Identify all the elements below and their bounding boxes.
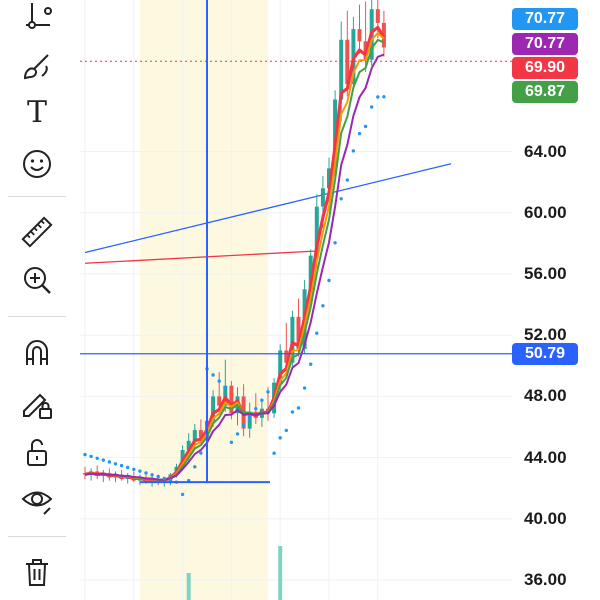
sar-dot xyxy=(278,436,282,440)
sar-dot xyxy=(370,105,374,109)
sar-dot xyxy=(345,178,349,182)
trash-icon xyxy=(26,559,48,586)
price-badge: 70.77 xyxy=(512,8,578,30)
candle-body xyxy=(357,29,362,42)
sar-dot xyxy=(180,492,185,497)
trend-line-tool[interactable] xyxy=(14,0,60,36)
sar-dot xyxy=(150,473,154,477)
sar-dot xyxy=(376,95,380,99)
sar-dot xyxy=(327,278,331,283)
ruler-tool[interactable] xyxy=(14,210,60,254)
sar-dot xyxy=(309,362,313,366)
sar-dot xyxy=(351,149,356,153)
sar-dot xyxy=(235,432,240,436)
sar-dot xyxy=(132,467,136,471)
sar-dot xyxy=(211,373,215,377)
sar-dot xyxy=(113,462,118,466)
eye-icon xyxy=(21,491,53,515)
sar-dot xyxy=(199,451,203,455)
highlight-date-range xyxy=(139,0,268,600)
candle-body xyxy=(375,9,380,23)
magnet-tool[interactable] xyxy=(14,330,60,374)
price-badge: 70.77 xyxy=(512,33,578,55)
text-tool[interactable]: T xyxy=(14,90,60,134)
sar-dot xyxy=(138,469,142,473)
volume-bar xyxy=(186,573,191,600)
horizontal-line-price-badge: 50.79 xyxy=(512,342,578,365)
trend-line-icon xyxy=(26,3,52,29)
sar-dot xyxy=(272,451,276,455)
toolbar-divider xyxy=(8,316,66,317)
brush-tool[interactable] xyxy=(14,44,60,88)
sar-dot xyxy=(302,386,307,390)
drawing-toolbar: T xyxy=(0,0,74,600)
ruler-icon xyxy=(21,216,53,248)
magnet-icon xyxy=(26,340,48,365)
zoom-in-tool[interactable] xyxy=(14,258,60,302)
sar-dot xyxy=(382,95,386,99)
volume-bar xyxy=(278,546,283,600)
sar-dot xyxy=(107,460,112,464)
sar-dot xyxy=(254,406,258,411)
sar-dot xyxy=(296,406,301,410)
unlock-tool[interactable] xyxy=(14,430,60,474)
sar-dot xyxy=(223,385,227,389)
sar-dot xyxy=(321,304,325,308)
pencil-lock-icon xyxy=(23,393,52,419)
unlock-icon xyxy=(27,439,47,466)
price-axis-label: 60.00 xyxy=(524,202,567,222)
sar-dot xyxy=(284,428,288,433)
sar-dot xyxy=(357,131,362,136)
sar-dot xyxy=(315,331,319,335)
sar-dot xyxy=(89,454,93,459)
sar-dot xyxy=(156,474,160,479)
brush-icon xyxy=(23,54,49,80)
sar-dot xyxy=(229,440,234,445)
hide-drawings-tool[interactable] xyxy=(14,478,60,522)
sar-dot xyxy=(333,241,337,245)
sar-dot xyxy=(95,456,99,460)
sar-dot xyxy=(162,476,166,481)
emoji-tool[interactable] xyxy=(14,142,60,186)
text-icon: T xyxy=(26,94,47,130)
candle-body xyxy=(320,188,325,207)
price-axis-label: 44.00 xyxy=(524,447,567,467)
sar-dot xyxy=(266,390,270,394)
price-axis-label: 64.00 xyxy=(524,141,567,161)
smiley-icon xyxy=(23,150,51,178)
price-axis-label: 40.00 xyxy=(524,508,567,528)
sar-dot xyxy=(119,463,124,468)
sar-dot xyxy=(193,465,197,469)
sar-dot xyxy=(248,415,252,419)
price-badge: 69.90 xyxy=(512,57,578,79)
toolbar-divider xyxy=(8,536,66,537)
sar-dot xyxy=(363,124,368,129)
sar-dot xyxy=(101,458,106,462)
sar-dot xyxy=(83,452,87,457)
price-axis-label: 56.00 xyxy=(524,263,567,283)
sar-dot xyxy=(126,465,130,470)
sar-dot xyxy=(241,423,246,428)
zoom-in-icon xyxy=(24,267,51,294)
delete-tool[interactable] xyxy=(14,550,60,594)
sar-dot xyxy=(339,197,343,201)
price-badge: 69.87 xyxy=(512,81,578,103)
price-axis-label: 48.00 xyxy=(524,386,567,406)
sar-dot xyxy=(217,379,221,383)
sar-dot xyxy=(290,410,295,414)
sar-dot xyxy=(144,471,148,475)
lock-drawings-tool[interactable] xyxy=(14,382,60,426)
price-axis-label: 36.00 xyxy=(524,570,567,590)
sar-dot xyxy=(260,398,264,402)
toolbar-divider xyxy=(8,196,66,197)
